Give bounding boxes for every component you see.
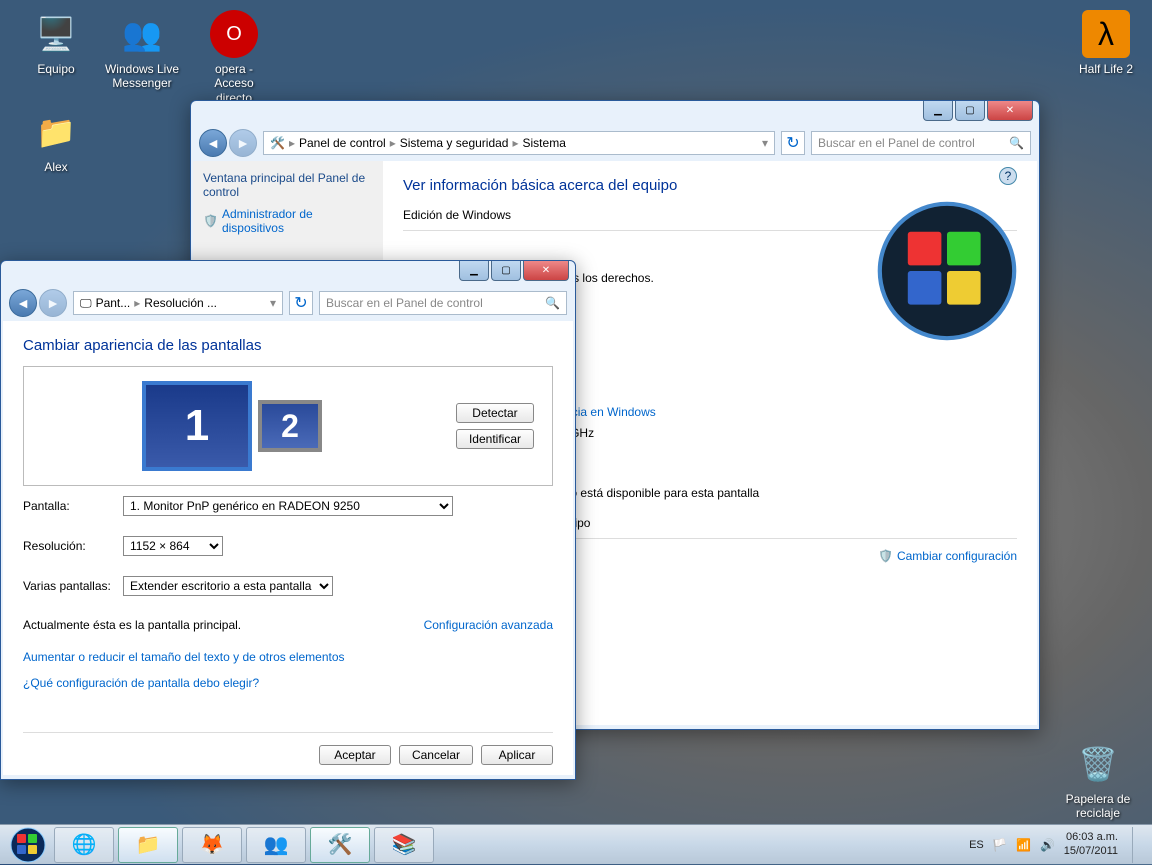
- icon-label: Half Life 2: [1079, 62, 1133, 76]
- window-controls: ▁ ▢ ✕: [459, 261, 569, 281]
- shield-icon: 🛡️: [203, 214, 218, 228]
- desktop-icon-opera[interactable]: O opera - Acceso directo: [196, 10, 272, 105]
- minimize-button[interactable]: ▁: [459, 261, 489, 281]
- search-placeholder: Buscar en el Panel de control: [326, 296, 483, 310]
- resolution-label: Resolución:: [23, 539, 123, 553]
- address-bar: ◄ ► 🛠️ ▸ Panel de control ▸ Sistema y se…: [191, 125, 1039, 161]
- taskbar-clock[interactable]: 06:03 a.m. 15/07/2011: [1064, 831, 1118, 857]
- search-input[interactable]: Buscar en el Panel de control 🔍: [319, 291, 567, 315]
- messenger-icon: 👥: [118, 10, 166, 58]
- crumb-seguridad[interactable]: Sistema y seguridad: [400, 136, 509, 150]
- desktop-icon-recycle[interactable]: 🗑️ Papelera de reciclaje: [1060, 740, 1136, 821]
- minimize-button[interactable]: ▁: [923, 101, 953, 121]
- crumb-resolucion[interactable]: Resolución ...: [144, 296, 217, 310]
- desktop-icon-halflife[interactable]: λ Half Life 2: [1068, 10, 1144, 76]
- monitor-1[interactable]: 1: [142, 381, 252, 471]
- tray-volume-icon[interactable]: 🔊: [1040, 837, 1056, 853]
- forward-button[interactable]: ►: [39, 289, 67, 317]
- icon-label: Alex: [44, 160, 67, 174]
- recycle-icon: 🗑️: [1074, 740, 1122, 788]
- display-icon: 🖵: [80, 296, 92, 311]
- clock-date: 15/07/2011: [1064, 845, 1118, 858]
- breadcrumb[interactable]: 🖵 Pant... ▸ Resolución ... ▾: [73, 291, 283, 315]
- which-config-link[interactable]: ¿Qué configuración de pantalla debo eleg…: [23, 676, 553, 690]
- back-button[interactable]: ◄: [199, 129, 227, 157]
- refresh-button[interactable]: ↻: [289, 291, 313, 315]
- monitor-2[interactable]: 2: [258, 400, 322, 452]
- window-controls: ▁ ▢ ✕: [923, 101, 1033, 121]
- display-preview: 1 2 Detectar Identificar: [23, 366, 553, 486]
- folder-icon: 📁: [32, 108, 80, 156]
- resolution-select[interactable]: 1152 × 864: [123, 536, 223, 556]
- address-bar: ◄ ► 🖵 Pant... ▸ Resolución ... ▾ ↻ Busca…: [1, 285, 575, 321]
- multi-select[interactable]: Extender escritorio a esta pantalla: [123, 576, 333, 596]
- ok-button[interactable]: Aceptar: [319, 745, 391, 765]
- multi-label: Varias pantallas:: [23, 579, 123, 593]
- search-placeholder: Buscar en el Panel de control: [818, 136, 975, 150]
- taskbar-messenger[interactable]: 👥: [246, 827, 306, 863]
- text-size-link[interactable]: Aumentar o reducir el tamaño del texto y…: [23, 650, 553, 664]
- control-panel-icon: 🛠️: [270, 136, 285, 150]
- primary-note: Actualmente ésta es la pantalla principa…: [23, 618, 241, 632]
- opera-icon: O: [210, 10, 258, 58]
- clock-time: 06:03 a.m.: [1064, 831, 1118, 844]
- icon-label: Papelera de reciclaje: [1060, 792, 1136, 821]
- back-button[interactable]: ◄: [9, 289, 37, 317]
- tray-network-icon[interactable]: 📶: [1016, 837, 1032, 853]
- detect-button[interactable]: Detectar: [456, 403, 534, 423]
- tray-flag-icon[interactable]: 🏳️: [992, 837, 1008, 853]
- icon-label: opera - Acceso directo: [196, 62, 272, 105]
- shield-icon: 🛡️: [878, 549, 893, 563]
- windows-logo: [877, 201, 1017, 341]
- search-input[interactable]: Buscar en el Panel de control 🔍: [811, 131, 1031, 155]
- crumb-sistema[interactable]: Sistema: [523, 136, 566, 150]
- taskbar: 🌐 📁 🦊 👥 🛠️ 📚 ES 🏳️ 📶 🔊 06:03 a.m. 15/07/…: [0, 824, 1152, 864]
- icon-label: Windows Live Messenger: [104, 62, 180, 91]
- display-label: Pantalla:: [23, 499, 123, 513]
- taskbar-explorer[interactable]: 📁: [118, 827, 178, 863]
- apply-button[interactable]: Aplicar: [481, 745, 553, 765]
- search-icon: 🔍: [1009, 136, 1024, 150]
- icon-label: Equipo: [37, 62, 74, 76]
- forward-button[interactable]: ►: [229, 129, 257, 157]
- computer-icon: 🖥️: [32, 10, 80, 58]
- taskbar-control-panel[interactable]: 🛠️: [310, 827, 370, 863]
- advanced-link[interactable]: Configuración avanzada: [424, 618, 553, 632]
- system-tray: ES 🏳️ 📶 🔊 06:03 a.m. 15/07/2011: [969, 827, 1148, 863]
- taskbar-ie[interactable]: 🌐: [54, 827, 114, 863]
- taskbar-firefox[interactable]: 🦊: [182, 827, 242, 863]
- page-title: Ver información básica acerca del equipo: [403, 177, 1017, 194]
- search-icon: 🔍: [545, 296, 560, 310]
- change-settings-link[interactable]: 🛡️Cambiar configuración: [878, 549, 1017, 627]
- sidebar-device-manager[interactable]: 🛡️Administrador de dispositivos: [203, 207, 373, 235]
- refresh-button[interactable]: ↻: [781, 131, 805, 155]
- taskbar-winrar[interactable]: 📚: [374, 827, 434, 863]
- cancel-button[interactable]: Cancelar: [399, 745, 473, 765]
- sidebar-home-link[interactable]: Ventana principal del Panel de control: [203, 171, 373, 199]
- desktop-icon-equipo[interactable]: 🖥️ Equipo: [18, 10, 94, 76]
- show-desktop-button[interactable]: [1132, 827, 1142, 863]
- crumb-pantalla[interactable]: Pant...: [96, 296, 131, 310]
- halflife-icon: λ: [1082, 10, 1130, 58]
- maximize-button[interactable]: ▢: [955, 101, 985, 121]
- help-icon[interactable]: ?: [999, 167, 1017, 185]
- window-resolucion[interactable]: ▁ ▢ ✕ ◄ ► 🖵 Pant... ▸ Resolución ... ▾ ↻…: [0, 260, 576, 780]
- start-button[interactable]: [4, 825, 52, 865]
- desktop-icon-alex[interactable]: 📁 Alex: [18, 108, 94, 174]
- page-title: Cambiar apariencia de las pantallas: [23, 337, 553, 354]
- maximize-button[interactable]: ▢: [491, 261, 521, 281]
- crumb-panel[interactable]: Panel de control: [299, 136, 386, 150]
- lang-indicator[interactable]: ES: [969, 839, 984, 851]
- desktop-icon-messenger[interactable]: 👥 Windows Live Messenger: [104, 10, 180, 91]
- breadcrumb[interactable]: 🛠️ ▸ Panel de control ▸ Sistema y seguri…: [263, 131, 775, 155]
- close-button[interactable]: ✕: [987, 101, 1033, 121]
- close-button[interactable]: ✕: [523, 261, 569, 281]
- identify-button[interactable]: Identificar: [456, 429, 534, 449]
- display-select[interactable]: 1. Monitor PnP genérico en RADEON 9250: [123, 496, 453, 516]
